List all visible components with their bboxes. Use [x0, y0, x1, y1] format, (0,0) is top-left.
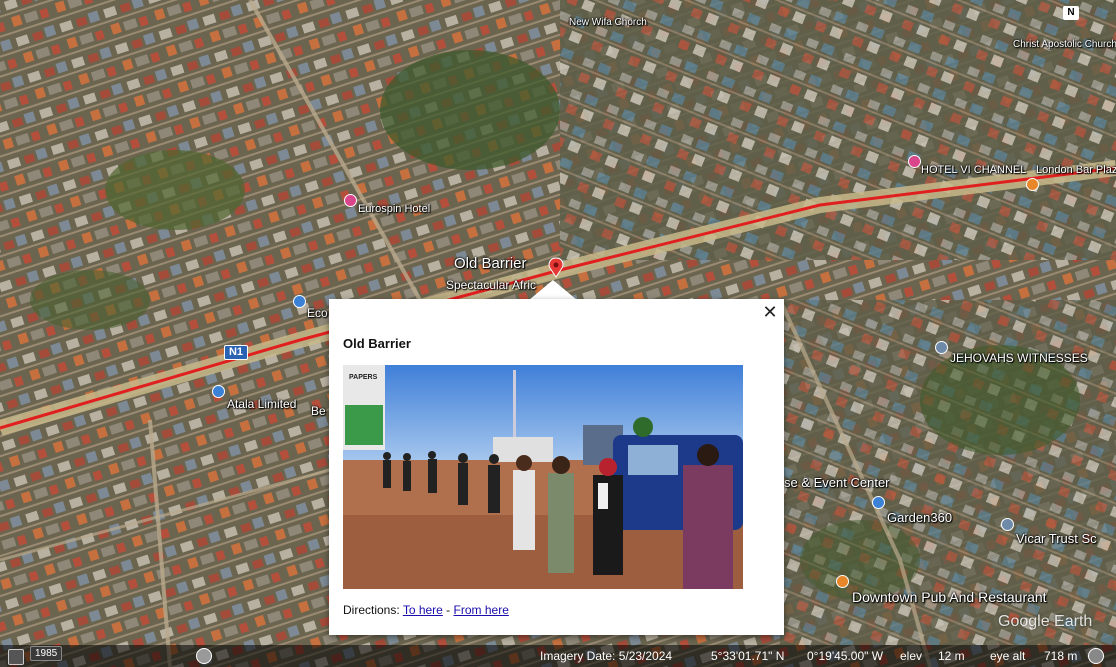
label-spectacular[interactable]: Spectacular Afric: [446, 278, 536, 292]
imagery-date: Imagery Date: 5/23/2024: [540, 649, 673, 663]
road-shield-n1: N1: [224, 345, 248, 360]
label-jehovah[interactable]: JEHOVAHS WITNESSES: [950, 351, 1088, 365]
from-here-link[interactable]: From here: [454, 603, 509, 617]
eye-alt-label: eye alt: [990, 649, 1026, 663]
place-info-popup: ✕ Old Barrier PAPERS Directions: To here…: [329, 299, 784, 635]
popup-pointer: [529, 280, 577, 300]
eye-alt-value: 718 m: [1044, 649, 1078, 663]
garden-pin-icon[interactable]: [872, 496, 885, 509]
popup-title: Old Barrier: [343, 336, 411, 351]
year-badge[interactable]: 1985: [30, 646, 63, 661]
google-earth-watermark: Google Earth: [998, 613, 1093, 630]
label-london-bar[interactable]: London Bar Plaz: [1036, 164, 1116, 176]
history-slider-icon[interactable]: [8, 649, 24, 665]
elevation-value: 12 m: [938, 649, 965, 663]
to-here-link[interactable]: To here: [403, 603, 443, 617]
elevation-label: elev: [900, 649, 923, 663]
label-hotel[interactable]: HOTEL VI CHANNEL: [921, 164, 1026, 176]
label-downtown[interactable]: Downtown Pub And Restaurant: [852, 589, 1047, 605]
label-eurospin[interactable]: Eurospin Hotel: [358, 203, 430, 215]
label-vicar[interactable]: Vicar Trust Sc: [1016, 531, 1097, 546]
label-atala[interactable]: Atala Limited: [227, 397, 296, 411]
label-old-barrier[interactable]: Old Barrier: [454, 255, 527, 272]
compass-north-icon[interactable]: N: [1063, 6, 1079, 20]
london-bar-pin-icon[interactable]: [1026, 178, 1039, 191]
downtown-pin-icon[interactable]: [836, 575, 849, 588]
jehovah-pin-icon[interactable]: [935, 341, 948, 354]
label-new-life-chorch[interactable]: New Wifa Chorch: [569, 17, 647, 28]
latitude: 5°33'01.71" N: [711, 649, 785, 663]
label-eco[interactable]: Eco: [307, 306, 328, 320]
label-event-center[interactable]: se & Event Center: [784, 475, 890, 490]
eco-pin-icon[interactable]: [293, 295, 306, 308]
label-garden[interactable]: Garden360: [887, 510, 952, 525]
label-christ-apostolic[interactable]: Christ Apostolic Church: [1013, 39, 1116, 50]
directions-separator: -: [442, 603, 454, 617]
hotel-pin-icon[interactable]: [908, 155, 921, 168]
vicar-pin-icon[interactable]: [1001, 518, 1014, 531]
place-photo[interactable]: PAPERS: [343, 365, 743, 589]
directions-label: Directions:: [343, 603, 403, 617]
atala-pin-icon[interactable]: [212, 385, 225, 398]
eurospin-pin-icon[interactable]: [344, 194, 357, 207]
status-bar: Imagery Date: 5/23/2024 5°33'01.71" N 0°…: [0, 645, 1116, 667]
close-icon[interactable]: ✕: [762, 303, 778, 321]
longitude: 0°19'45.00" W: [807, 649, 884, 663]
streaming-indicator-icon: [1088, 648, 1104, 664]
billboard-text: PAPERS: [349, 374, 378, 381]
history-clock-icon[interactable]: [196, 648, 212, 664]
directions-row: Directions: To here - From here: [343, 603, 509, 617]
label-be[interactable]: Be: [311, 404, 326, 418]
